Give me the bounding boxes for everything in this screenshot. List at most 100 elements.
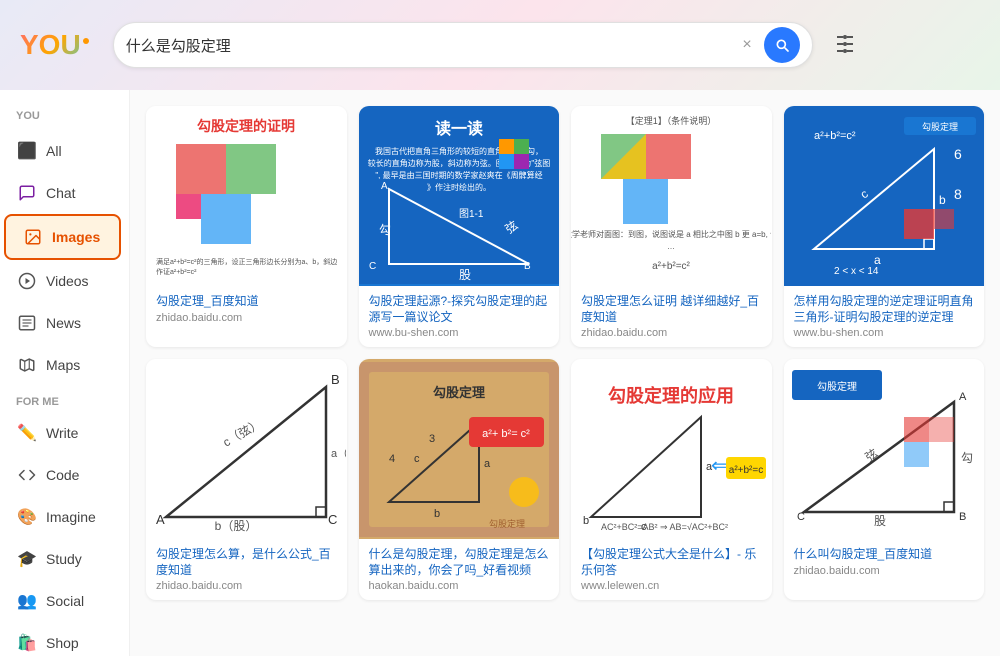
svg-text:A: A bbox=[156, 512, 165, 527]
search-input[interactable] bbox=[126, 37, 737, 54]
filter-button[interactable] bbox=[829, 28, 861, 63]
imagine-icon: 🎨 bbox=[16, 506, 38, 528]
social-icon: 👥 bbox=[16, 590, 38, 612]
svg-text:读一读: 读一读 bbox=[435, 119, 483, 138]
code-icon bbox=[16, 464, 38, 486]
card5-domain: zhidao.baidu.com bbox=[156, 580, 337, 592]
sidebar-you-label: YOU bbox=[0, 102, 129, 130]
svg-text:股: 股 bbox=[459, 268, 471, 282]
image-card-1[interactable]: 勾股定理的证明 满足a²+b²=c²的三角形，设正三角形边长分别为a、b，斜边 … bbox=[146, 106, 347, 347]
videos-icon bbox=[16, 270, 38, 292]
svg-text:b: b bbox=[939, 193, 946, 207]
sidebar-item-study[interactable]: 🎓 Study bbox=[0, 538, 121, 580]
svg-text:勾股定理的证明: 勾股定理的证明 bbox=[197, 118, 295, 134]
card7-domain: www.lelewen.cn bbox=[581, 580, 762, 592]
sidebar-item-images[interactable]: Images bbox=[4, 214, 121, 260]
search-wrapper: × bbox=[113, 22, 813, 68]
sidebar-item-shop[interactable]: 🛍️ Shop bbox=[0, 622, 121, 656]
svg-text:股: 股 bbox=[874, 514, 886, 528]
image-card-4[interactable]: 勾股定理 a b c 6 8 a²+b²=c² bbox=[784, 106, 985, 347]
clear-button[interactable]: × bbox=[736, 36, 757, 54]
card1-domain: zhidao.baidu.com bbox=[156, 312, 337, 324]
main-layout: YOU ⬛ All Chat Images bbox=[0, 90, 1000, 656]
card6-title: 什么是勾股定理，勾股定理是怎么算出来的，你会了吗_好看视频 bbox=[369, 547, 550, 578]
search-button[interactable] bbox=[764, 27, 800, 63]
sidebar-item-maps[interactable]: Maps bbox=[0, 344, 121, 386]
news-icon bbox=[16, 312, 38, 334]
sidebar-label-maps: Maps bbox=[46, 357, 80, 373]
svg-text:B: B bbox=[524, 261, 531, 272]
card3-title: 勾股定理怎么证明 越详细越好_百度知道 bbox=[581, 294, 762, 325]
write-icon: ✏️ bbox=[16, 422, 38, 444]
svg-text:勾: 勾 bbox=[379, 223, 391, 237]
card4-thumb: 勾股定理 a b c 6 8 a²+b²=c² bbox=[784, 106, 985, 286]
sidebar-item-news[interactable]: News bbox=[0, 302, 121, 344]
card2-domain: www.bu-shen.com bbox=[369, 327, 550, 339]
sidebar-item-social[interactable]: 👥 Social bbox=[0, 580, 121, 622]
svg-text:a: a bbox=[874, 253, 881, 267]
maps-icon bbox=[16, 354, 38, 376]
image-card-6[interactable]: 勾股定理 b a c a²+ b²= c² 4 3 bbox=[359, 359, 560, 600]
content-area: 勾股定理的证明 满足a²+b²=c²的三角形，设正三角形边长分别为a、b，斜边 … bbox=[130, 90, 1000, 656]
card4-domain: www.bu-shen.com bbox=[794, 327, 975, 339]
sidebar-item-write[interactable]: ✏️ Write bbox=[0, 412, 121, 454]
sidebar-label-social: Social bbox=[46, 593, 84, 609]
svg-text:【定理1】（条件说明）: 【定理1】（条件说明） bbox=[626, 115, 717, 126]
sidebar-item-videos[interactable]: Videos bbox=[0, 260, 121, 302]
svg-text:勾股定理: 勾股定理 bbox=[433, 385, 485, 400]
shop-icon: 🛍️ bbox=[16, 632, 38, 654]
image-card-5[interactable]: B A C b（股） a（勾） c（弦） 勾股定理怎么算，是什么公式_百度知道 … bbox=[146, 359, 347, 600]
card8-title: 什么叫勾股定理_百度知道 bbox=[794, 547, 975, 563]
image-card-3[interactable]: 【定理1】（条件说明） 数学老师对面图：到图，说图说是 a 相比之中图 b 更 … bbox=[571, 106, 772, 347]
svg-text:勾: 勾 bbox=[961, 451, 973, 465]
card1-thumb: 勾股定理的证明 满足a²+b²=c²的三角形，设正三角形边长分别为a、b，斜边 … bbox=[146, 106, 347, 286]
sidebar-item-code[interactable]: Code bbox=[0, 454, 121, 496]
svg-text:数学老师对面图：到图，说图说是 a 相比之中图 b 更 a=: 数学老师对面图：到图，说图说是 a 相比之中图 b 更 a=b, 让 bbox=[571, 229, 771, 239]
image-card-2[interactable]: 读一读 我国古代把直角三角形的较短的直角边称为勾， 较长的直角边称为股，斜边称为… bbox=[359, 106, 560, 347]
svg-text:B: B bbox=[959, 511, 966, 523]
svg-text:a²+ b²= c²: a²+ b²= c² bbox=[482, 428, 530, 440]
svg-text:A: A bbox=[959, 391, 967, 403]
sidebar-label-images: Images bbox=[52, 229, 100, 245]
svg-text:b: b bbox=[434, 508, 440, 520]
image-card-8[interactable]: 勾股定理 C B A 股 勾 弦 bbox=[784, 359, 985, 600]
svg-text:B: B bbox=[331, 372, 340, 387]
svg-text:勾股定理: 勾股定理 bbox=[489, 518, 525, 529]
sidebar-item-chat[interactable]: Chat bbox=[0, 172, 121, 214]
svg-text:c: c bbox=[414, 453, 420, 465]
svg-text:满足a²+b²=c²的三角形，设正三角形边长分别为a、b，斜: 满足a²+b²=c²的三角形，设正三角形边长分别为a、b，斜边 bbox=[156, 257, 337, 266]
card2-thumb: 读一读 我国古代把直角三角形的较短的直角边称为勾， 较长的直角边称为股，斜边称为… bbox=[359, 106, 560, 286]
svg-text:勾股定理: 勾股定理 bbox=[817, 380, 857, 393]
topbar: YOU × bbox=[0, 0, 1000, 90]
svg-text:C: C bbox=[369, 261, 376, 272]
svg-text:a²+b²=c²: a²+b²=c² bbox=[814, 130, 856, 142]
sidebar-label-study: Study bbox=[46, 551, 82, 567]
sidebar-item-imagine[interactable]: 🎨 Imagine bbox=[0, 496, 121, 538]
card7-thumb: 勾股定理的应用 b c a ⟺ a²+b²=c AC²+BC²=AB² ⇒ AB… bbox=[571, 359, 772, 539]
sidebar-label-news: News bbox=[46, 315, 81, 331]
sidebar-item-all[interactable]: ⬛ All bbox=[0, 130, 121, 172]
svg-text:C: C bbox=[797, 511, 805, 523]
card8-domain: zhidao.baidu.com bbox=[794, 565, 975, 577]
card7-title: 【勾股定理公式大全是什么】- 乐乐何答 bbox=[581, 547, 762, 578]
sidebar-label-imagine: Imagine bbox=[46, 509, 96, 525]
svg-text:a²+b²=c²: a²+b²=c² bbox=[652, 261, 690, 272]
svg-text:6: 6 bbox=[954, 146, 962, 162]
card5-thumb: B A C b（股） a（勾） c（弦） bbox=[146, 359, 347, 539]
for-me-divider: For Me bbox=[0, 386, 129, 412]
svg-text:作证a²+b²=c²: 作证a²+b²=c² bbox=[156, 267, 197, 276]
svg-text:a: a bbox=[484, 458, 491, 470]
svg-text:b（股）: b（股） bbox=[215, 519, 258, 533]
chat-icon bbox=[16, 182, 38, 204]
svg-text:AC²+BC²=AB² ⇒ AB=√AC²+BC²: AC²+BC²=AB² ⇒ AB=√AC²+BC² bbox=[601, 522, 728, 532]
logo: YOU bbox=[20, 29, 89, 61]
card2-info: 勾股定理起源?-探究勾股定理的起源写一篇议论文 www.bu-shen.com bbox=[359, 286, 560, 347]
svg-text:》作注时绘出的。: 》作注时绘出的。 bbox=[427, 182, 491, 192]
image-card-7[interactable]: 勾股定理的应用 b c a ⟺ a²+b²=c AC²+BC²=AB² ⇒ AB… bbox=[571, 359, 772, 600]
svg-text:勾股定理: 勾股定理 bbox=[922, 121, 958, 132]
svg-text:4: 4 bbox=[389, 453, 395, 465]
svg-text:C: C bbox=[328, 512, 337, 527]
card8-thumb: 勾股定理 C B A 股 勾 弦 bbox=[784, 359, 985, 539]
card8-info: 什么叫勾股定理_百度知道 zhidao.baidu.com bbox=[784, 539, 985, 585]
sidebar-label-videos: Videos bbox=[46, 273, 89, 289]
